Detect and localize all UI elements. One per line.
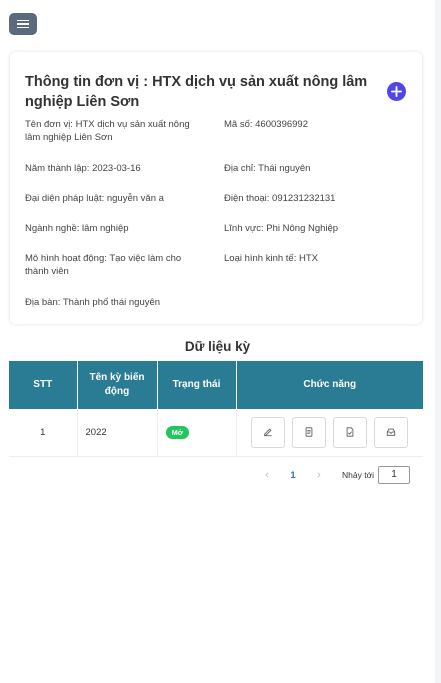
column-header-stt: STT [9, 361, 78, 409]
approve-file-button[interactable] [333, 416, 368, 448]
field-ten-don-vi: Tên đơn vị: HTX dịch vụ sản xuất nông lâ… [25, 119, 190, 143]
field-ma-so: Mã số: 4600396992 [224, 119, 308, 130]
archive-button[interactable] [374, 416, 409, 448]
hamburger-icon-line [17, 26, 29, 29]
unit-info-title: Thông tin đơn vị : HTX dịch vụ sản xuất … [25, 74, 368, 110]
file-check-icon [346, 427, 354, 437]
hamburger-icon-line [17, 19, 29, 22]
archive-icon [387, 428, 396, 436]
field-linh-vuc: Lĩnh vực: Phi Nông Nghiệp [224, 223, 339, 234]
period-table: STT Tên kỳ biến động Trạng thái Chức năn… [9, 361, 423, 457]
pagination: ‹ 1 › Nhảy tới 1 [258, 466, 411, 484]
column-header-ten-ky: Tên kỳ biến động [77, 361, 158, 409]
jump-to-label: Nhảy tới [342, 470, 375, 480]
edit-icon [264, 428, 272, 437]
hamburger-menu-button[interactable] [9, 13, 37, 35]
period-data-title: Dữ liệu kỳ [184, 339, 251, 354]
cell-actions [236, 409, 423, 457]
field-dien-thoai: Điện thoại: 091231232131 [224, 193, 336, 204]
view-document-button[interactable] [292, 416, 327, 448]
field-nam-thanh-lap: Năm thành lập: 2023-03-16 [25, 163, 141, 174]
field-dia-chi: Địa chỉ: Thái nguyên [224, 163, 311, 174]
cell-stt: 1 [9, 409, 78, 457]
pagination-page-current[interactable]: 1 [284, 470, 302, 481]
pagination-next-icon[interactable]: › [310, 469, 328, 481]
field-dai-dien: Đại diện pháp luật: nguyễn văn a [25, 193, 164, 204]
plus-icon [391, 86, 402, 97]
top-bar [0, 0, 435, 46]
field-mo-hinh: Mô hình hoạt động: Tạo việc làm cho thàn… [25, 253, 182, 277]
add-button[interactable] [387, 82, 406, 101]
column-header-trang-thai: Trạng thái [157, 361, 237, 409]
page-scrollbar[interactable] [435, 0, 441, 683]
document-icon [305, 427, 313, 437]
field-loai-hinh: Loại hình kinh tế: HTX [224, 253, 318, 264]
field-dia-ban: Địa bàn: Thành phố thái nguyên [25, 297, 161, 308]
table-header-row: STT Tên kỳ biến động Trạng thái Chức năn… [9, 361, 423, 409]
main-content: Thông tin đơn vị : HTX dịch vụ sản xuất … [0, 46, 435, 683]
field-nganh-nghe: Ngành nghề: lâm nghiệp [25, 223, 129, 234]
status-badge: Mở [165, 425, 190, 439]
edit-button[interactable] [251, 416, 286, 448]
unit-info-card: Thông tin đơn vị : HTX dịch vụ sản xuất … [10, 52, 422, 324]
column-header-chuc-nang: Chức năng [236, 361, 423, 409]
jump-to-input[interactable]: 1 [378, 466, 411, 484]
hamburger-icon-line [17, 23, 29, 25]
cell-ten-ky: 2022 [77, 409, 158, 457]
cell-trang-thai: Mở [157, 409, 237, 457]
table-row: 1 2022 Mở [9, 409, 423, 457]
pagination-prev-icon[interactable]: ‹ [258, 469, 276, 481]
